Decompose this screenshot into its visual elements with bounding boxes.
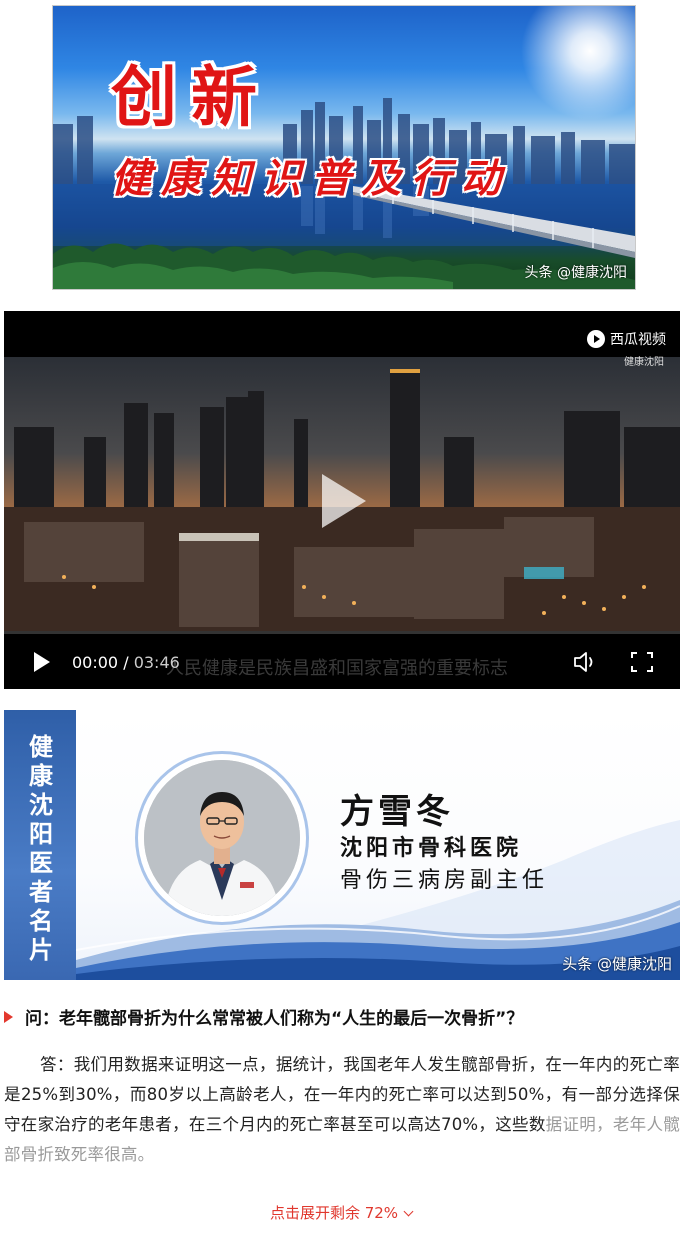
question-text: 问：老年髋部骨折为什么常常被人们称为“人生的最后一次骨折”？ xyxy=(25,1009,524,1029)
xigua-label: 西瓜视频 xyxy=(610,332,666,348)
card-vertical-title: 健康沈阳医者名片 xyxy=(29,732,53,964)
article-question: 问：老年髋部骨折为什么常常被人们称为“人生的最后一次骨折”？ xyxy=(4,1004,680,1029)
banner-title: 创新 xyxy=(111,58,271,136)
doctor-avatar xyxy=(144,760,300,916)
time-separator: / xyxy=(123,653,129,672)
doctor-position: 骨伤三病房副主任 xyxy=(340,868,549,893)
video-subtitle: 人民健康是民族昌盛和国家富强的重要标志 xyxy=(166,658,508,679)
current-time: 00:00 xyxy=(72,653,119,672)
health-action-banner: 创新 健康知识普及行动 头条 @健康沈阳 xyxy=(52,5,636,290)
card-watermark: 头条 @健康沈阳 xyxy=(562,955,672,973)
doctor-portrait xyxy=(144,760,300,916)
xigua-logo-icon xyxy=(587,330,605,348)
video-channel-label: 健康沈阳 xyxy=(624,357,664,368)
video-player[interactable]: 西瓜视频 健康沈阳 人民健康是民族昌盛和国家富强的重要标志 00:00 / 03… xyxy=(4,311,680,689)
big-play-icon[interactable] xyxy=(322,474,366,528)
doctor-name: 方雪冬 xyxy=(340,792,454,832)
video-time: 00:00 / 03:46 xyxy=(72,653,180,672)
duration: 03:46 xyxy=(133,653,180,672)
play-icon[interactable] xyxy=(34,652,50,672)
volume-icon[interactable] xyxy=(572,650,600,674)
fullscreen-icon[interactable] xyxy=(630,651,654,673)
banner-watermark: 头条 @健康沈阳 xyxy=(524,265,627,281)
doctor-hospital: 沈阳市骨科医院 xyxy=(340,835,523,861)
xigua-video-badge: 西瓜视频 xyxy=(587,329,666,349)
expand-label: 点击展开剩余 72% xyxy=(269,1204,399,1222)
banner-subtitle: 健康知识普及行动 xyxy=(111,155,511,202)
question-marker-icon xyxy=(4,1011,13,1023)
doctor-profile-card: 健康沈阳医者名片 方雪冬 沈阳市骨科医院 骨伤三病房副主任 头条 @健康沈阳 xyxy=(4,710,680,980)
video-progress-bar[interactable] xyxy=(4,631,680,634)
chevron-down-icon xyxy=(403,1206,414,1217)
article-answer: 答：我们用数据来证明这一点，据统计，我国老年人发生髋部骨折，在一年内的死亡率是2… xyxy=(4,1050,680,1170)
expand-remaining-button[interactable]: 点击展开剩余 72% xyxy=(0,1202,682,1223)
